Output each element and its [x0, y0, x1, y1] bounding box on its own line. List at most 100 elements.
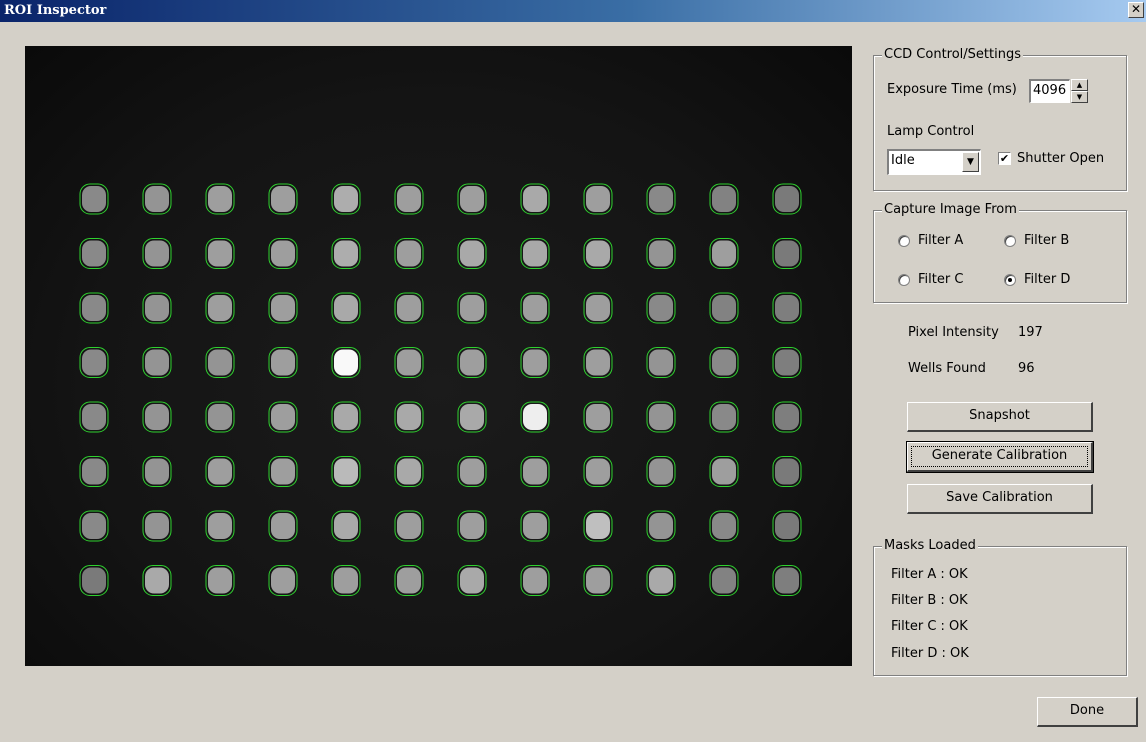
exposure-time-input[interactable]: 4096	[1029, 79, 1070, 103]
masks-loaded-group: Masks Loaded Filter A : OK Filter B : OK…	[873, 538, 1127, 676]
well-spot	[334, 458, 358, 485]
well-spot	[649, 567, 673, 594]
well-spot	[586, 567, 610, 594]
well-spot	[460, 295, 484, 321]
well-spot	[586, 349, 610, 376]
well-spot	[145, 186, 169, 212]
well-spot	[334, 240, 358, 267]
well-spot	[145, 240, 169, 267]
close-icon[interactable]: ✕	[1128, 2, 1144, 18]
mask-status-filter-b: Filter B : OK	[891, 593, 968, 608]
exposure-spin-down-button[interactable]: ▼	[1071, 91, 1088, 103]
well-spot	[586, 513, 610, 539]
well-spot	[523, 349, 547, 376]
lamp-control-value: Idle	[891, 153, 915, 168]
done-button[interactable]: Done	[1037, 697, 1138, 727]
well-spot	[208, 458, 232, 485]
well-spot	[397, 404, 421, 430]
well-spot	[649, 295, 673, 321]
capture-source-group: Capture Image From Filter A Filter B Fil…	[873, 202, 1127, 303]
well-spot	[460, 240, 484, 267]
radio-filter-a-label: Filter A	[918, 233, 964, 248]
well-spot	[649, 404, 673, 430]
well-spot	[397, 240, 421, 267]
well-spot	[775, 458, 799, 485]
well-spot	[145, 349, 169, 376]
mask-status-filter-a: Filter A : OK	[891, 567, 968, 582]
well-spot	[460, 513, 484, 539]
well-spot	[712, 458, 736, 485]
well-spot	[460, 404, 484, 430]
well-spot	[82, 186, 106, 212]
well-spot	[460, 458, 484, 485]
well-spot	[586, 295, 610, 321]
well-spot	[82, 458, 106, 485]
well-spot	[712, 567, 736, 594]
radio-filter-b-label: Filter B	[1024, 233, 1070, 248]
well-spot	[523, 295, 547, 321]
exposure-spin-up-button[interactable]: ▲	[1071, 79, 1088, 91]
chevron-down-icon[interactable]: ▼	[962, 152, 979, 172]
shutter-open-checkbox[interactable]: ✔	[998, 152, 1011, 165]
masks-loaded-legend: Masks Loaded	[882, 538, 978, 553]
radio-selected-dot	[1008, 278, 1012, 282]
well-spot	[208, 404, 232, 430]
well-spot	[397, 567, 421, 594]
well-spot	[334, 349, 358, 376]
well-spot	[334, 295, 358, 321]
well-spot	[334, 404, 358, 430]
save-calibration-button[interactable]: Save Calibration	[907, 484, 1093, 514]
lamp-control-select[interactable]: Idle ▼	[887, 149, 981, 175]
well-spot	[397, 349, 421, 376]
well-spot	[271, 458, 295, 485]
ccd-settings-group: CCD Control/Settings Exposure Time (ms) …	[873, 47, 1127, 191]
radio-filter-d[interactable]	[1004, 274, 1016, 286]
generate-calibration-button[interactable]: Generate Calibration	[906, 441, 1094, 473]
well-spot	[649, 240, 673, 267]
snapshot-button[interactable]: Snapshot	[907, 402, 1093, 432]
well-plate-image	[79, 183, 802, 596]
wells-found-label: Wells Found	[908, 361, 986, 376]
well-spot	[649, 513, 673, 539]
well-spot	[586, 240, 610, 267]
ccd-image-view	[25, 46, 852, 666]
well-spot	[208, 567, 232, 594]
well-spot	[712, 186, 736, 212]
well-spot	[145, 458, 169, 485]
well-spot	[712, 404, 736, 430]
well-spot	[523, 240, 547, 267]
well-spot	[82, 513, 106, 539]
well-spot	[208, 186, 232, 212]
well-spot	[460, 567, 484, 594]
well-spot	[775, 349, 799, 376]
well-spot	[271, 295, 295, 321]
well-spot	[523, 186, 547, 212]
well-spot	[208, 349, 232, 376]
well-spot	[460, 349, 484, 376]
well-spot	[460, 186, 484, 212]
well-spot	[775, 295, 799, 321]
well-spot	[586, 458, 610, 485]
well-spot	[712, 240, 736, 267]
mask-status-filter-c: Filter C : OK	[891, 619, 968, 634]
well-spot	[208, 513, 232, 539]
radio-filter-c[interactable]	[898, 274, 910, 286]
well-spot	[271, 404, 295, 430]
well-spot	[145, 567, 169, 594]
well-spot	[397, 295, 421, 321]
exposure-time-label: Exposure Time (ms)	[887, 82, 1017, 97]
radio-filter-a[interactable]	[898, 235, 910, 247]
well-spot	[82, 567, 106, 594]
radio-filter-b[interactable]	[1004, 235, 1016, 247]
shutter-open-label: Shutter Open	[1017, 151, 1105, 166]
window-title: ROI Inspector	[4, 3, 107, 18]
well-spot	[397, 513, 421, 539]
well-spot	[334, 186, 358, 212]
well-spot	[712, 513, 736, 539]
well-spot	[334, 513, 358, 539]
title-bar: ROI Inspector ✕	[0, 0, 1146, 22]
mask-status-filter-d: Filter D : OK	[891, 646, 969, 661]
well-spot	[82, 404, 106, 430]
well-spot	[82, 240, 106, 267]
well-spot	[649, 349, 673, 376]
